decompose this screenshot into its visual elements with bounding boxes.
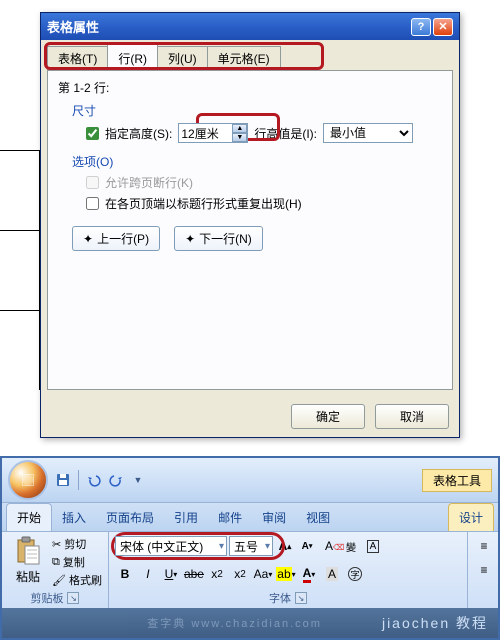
cancel-button[interactable]: 取消 [375,404,449,429]
paste-icon [15,536,41,566]
redo-icon[interactable] [107,471,125,489]
tab-panel-row: 第 1-2 行: 尺寸 指定高度(S): ▲▼ 行高值是(I): 最小值 选项(… [47,70,453,390]
shrink-font-button[interactable]: A▾ [297,536,317,556]
size-group-label: 尺寸 [72,102,442,119]
specify-height-checkbox[interactable] [86,127,99,140]
arrow-up-icon: ✦ [83,232,93,246]
row-height-mode-select[interactable]: 最小值 [323,123,413,143]
tab-insert[interactable]: 插入 [52,504,96,531]
copy-icon: ⧉ [52,556,60,569]
tab-design[interactable]: 设计 [448,503,494,531]
specify-height-label: 指定高度(S): [105,125,172,142]
font-color-button[interactable]: A▾ [299,564,319,584]
arrow-down-icon: ✦ [185,232,195,246]
superscript-button[interactable]: x2 [230,564,250,584]
close-button[interactable]: ✕ [433,18,453,36]
tab-home[interactable]: 开始 [6,503,52,531]
brush-icon: 🖌 [52,574,66,587]
bullets-button[interactable]: ≡ [474,536,494,556]
change-case-button[interactable]: Aa▾ [253,564,273,584]
tab-column[interactable]: 列(U) [157,46,208,70]
quick-access-toolbar: ▼ 表格工具 [2,458,498,503]
undo-icon[interactable] [85,471,103,489]
dialog-title: 表格属性 [47,17,99,36]
enclose-char-button[interactable]: 字 [345,564,365,584]
office-button[interactable] [8,460,48,500]
italic-button[interactable]: I [138,564,158,584]
underline-button[interactable]: U▾ [161,564,181,584]
tab-row[interactable]: 行(R) [107,44,158,70]
character-shading-button[interactable]: A [322,564,342,584]
tab-table[interactable]: 表格(T) [47,46,108,70]
clipboard-group: 粘贴 ✂剪切 ⧉复制 🖌格式刷 剪贴板 ↘ [2,532,109,608]
allow-break-label: 允许跨页断行(K) [105,174,193,191]
tab-view[interactable]: 视图 [296,504,340,531]
clipboard-dialog-launcher[interactable]: ↘ [67,592,79,604]
ribbon: ▼ 表格工具 开始 插入 页面布局 引用 邮件 审阅 视图 设计 粘贴 ✂剪切 … [0,456,500,640]
font-name-combo[interactable]: 宋体 (中文正文) [115,536,227,556]
office-icon [17,469,39,491]
repeat-header-label: 在各页顶端以标题行形式重复出现(H) [105,195,302,212]
dialog-titlebar[interactable]: 表格属性 ? ✕ [41,13,459,40]
tab-references[interactable]: 引用 [164,504,208,531]
tab-cell[interactable]: 单元格(E) [207,46,281,70]
font-size-combo[interactable]: 五号 [229,536,273,556]
options-group-label: 选项(O) [72,153,442,170]
qat-dropdown-icon[interactable]: ▼ [129,471,147,489]
save-icon[interactable] [54,471,72,489]
font-group: 宋体 (中文正文) 五号 A▴ A▾ A⌫ 變 A B I U▾ abe x2 … [109,532,468,608]
table-properties-dialog: 表格属性 ? ✕ 表格(T) 行(R) 列(U) 单元格(E) 第 1-2 行:… [40,12,460,438]
row-height-is-label: 行高值是(I): [254,125,317,142]
format-painter-button[interactable]: 🖌格式刷 [52,572,102,588]
paste-button[interactable]: 粘贴 [8,536,48,588]
ribbon-tabs: 开始 插入 页面布局 引用 邮件 审阅 视图 设计 [2,503,498,531]
context-tool-label: 表格工具 [422,469,492,492]
clipboard-group-label: 剪贴板 [30,590,63,606]
copy-button[interactable]: ⧉复制 [52,554,102,570]
tab-layout[interactable]: 页面布局 [96,504,164,531]
row-range-label: 第 1-2 行: [58,79,442,96]
dialog-tabs: 表格(T) 行(R) 列(U) 单元格(E) [41,40,459,70]
font-group-label: 字体 [269,590,291,606]
repeat-header-checkbox[interactable] [86,197,99,210]
tab-mailings[interactable]: 邮件 [208,504,252,531]
align-left-button[interactable]: ≡ [474,560,494,580]
strikethrough-button[interactable]: abe [184,564,204,584]
prev-row-button[interactable]: ✦上一行(P) [72,226,160,251]
cut-button[interactable]: ✂剪切 [52,536,102,552]
bold-button[interactable]: B [115,564,135,584]
watermark: 查字典 www.chazidian.com jiaochen 教程 [2,608,498,638]
scissors-icon: ✂ [52,538,61,551]
help-button[interactable]: ? [411,18,431,36]
font-dialog-launcher[interactable]: ↘ [295,592,307,604]
paragraph-group-partial: ≡ ≡ [468,532,498,608]
grow-font-button[interactable]: A▴ [275,536,295,556]
spinner-buttons[interactable]: ▲▼ [232,124,247,142]
character-border-button[interactable]: A [363,536,383,556]
allow-break-checkbox [86,176,99,189]
ok-button[interactable]: 确定 [291,404,365,429]
next-row-button[interactable]: ✦下一行(N) [174,226,263,251]
clear-format-button[interactable]: A⌫ [319,536,339,556]
highlight-button[interactable]: ab▾ [276,564,296,584]
subscript-button[interactable]: x2 [207,564,227,584]
tab-review[interactable]: 审阅 [252,504,296,531]
